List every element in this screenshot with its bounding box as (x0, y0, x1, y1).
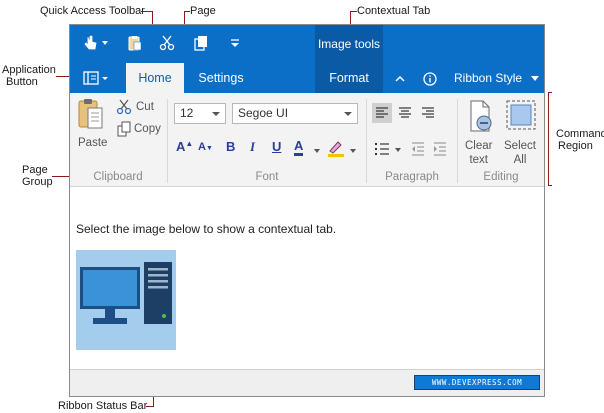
copy-doc-icon (117, 121, 131, 137)
cut-icon[interactable] (158, 34, 176, 52)
callout-page-group: Page Group (22, 164, 53, 188)
customize-qat-icon[interactable] (226, 34, 244, 52)
clear-text-label: Clear text (465, 140, 493, 166)
callout-line (350, 11, 357, 12)
cut-button[interactable]: Cut (116, 99, 162, 117)
chevron-down-icon (344, 112, 352, 116)
callout-line (548, 185, 552, 186)
highlighter-icon (328, 141, 344, 157)
align-center-button[interactable] (395, 103, 415, 123)
font-size-combo[interactable]: 12 (174, 103, 226, 124)
computer-icon (80, 262, 172, 324)
align-right-button[interactable] (418, 103, 438, 123)
tab-home[interactable]: Home (126, 63, 184, 93)
font-family-combo[interactable]: Segoe UI (232, 103, 358, 124)
computer-image[interactable] (76, 250, 176, 350)
highlight-dropdown-icon[interactable] (350, 149, 356, 153)
bullet-list-icon (375, 143, 389, 155)
copy-label: Copy (134, 123, 161, 135)
outdent-icon (412, 142, 424, 156)
clear-document-icon (470, 100, 492, 132)
group-caption-paragraph: Paragraph (385, 171, 439, 183)
callout-command-region: Command Region (556, 128, 604, 152)
align-left-icon (376, 107, 388, 118)
paste-label: Paste (78, 137, 108, 149)
application-window: Image tools Home Settings Format Ribbon … (69, 24, 545, 397)
tab-format[interactable]: Format (315, 63, 383, 93)
devexpress-link[interactable]: WWW.DEVEXPRESS.COM (414, 375, 540, 390)
callout-line (548, 92, 549, 186)
ribbon-style-button[interactable]: Ribbon Style (454, 63, 542, 93)
ribbon-style-label: Ribbon Style (454, 71, 523, 85)
group-caption-editing: Editing (483, 171, 519, 183)
font-color-dropdown-icon[interactable] (314, 149, 320, 153)
group-caption-font: Font (255, 171, 279, 183)
callout-line (548, 92, 552, 93)
contextual-category-title: Image tools (317, 37, 381, 51)
indent-icon (434, 142, 446, 156)
paste-large-icon (78, 99, 103, 129)
callout-contextual-tab: Contextual Tab (357, 5, 431, 17)
ribbon-status-bar: WWW.DEVEXPRESS.COM (70, 369, 544, 396)
increase-indent-button[interactable] (430, 139, 450, 159)
cut-label: Cut (136, 101, 154, 113)
scissors-icon (116, 99, 132, 115)
align-left-button[interactable] (372, 103, 392, 123)
copy-icon[interactable] (192, 34, 210, 52)
font-family-value: Segoe UI (238, 106, 289, 120)
font-color-button[interactable]: A (294, 139, 304, 156)
shrink-font-button[interactable]: A▼ (198, 141, 213, 153)
touch-mode-icon[interactable] (82, 34, 100, 52)
chevron-down-icon (531, 76, 540, 82)
qat-dropdown-icon[interactable] (102, 41, 108, 45)
clear-text-button[interactable]: Clear text (462, 97, 498, 167)
application-button[interactable] (80, 69, 112, 87)
underline-button[interactable]: U (272, 139, 281, 154)
callout-application-button: Application Button (2, 64, 56, 88)
chevron-down-icon (212, 112, 220, 116)
callout-quick-access-toolbar: Quick Access Toolbar (40, 5, 145, 17)
instruction-text: Select the image below to show a context… (76, 222, 337, 236)
select-all-label: Select All (504, 140, 536, 166)
select-all-icon (506, 100, 536, 130)
highlight-button[interactable] (326, 139, 346, 157)
group-caption-clipboard: Clipboard (93, 171, 143, 183)
callout-ribbon-status-bar: Ribbon Status Bar (58, 400, 148, 412)
bold-button[interactable]: B (226, 139, 235, 154)
paste-icon[interactable] (126, 34, 144, 52)
decrease-indent-button[interactable] (408, 139, 428, 159)
font-size-value: 12 (180, 106, 194, 120)
grow-font-button[interactable]: A▲ (176, 139, 193, 154)
copy-button[interactable]: Copy (116, 121, 166, 139)
command-region: Paste Cut Copy Clipboard 12 Segoe UI A▲ … (70, 93, 544, 187)
tab-settings[interactable]: Settings (188, 63, 254, 93)
paste-button[interactable]: Paste (76, 97, 108, 155)
bullets-dropdown-icon[interactable] (395, 148, 401, 152)
select-all-button[interactable]: Select All (502, 97, 542, 167)
document-area: Select the image below to show a context… (70, 187, 544, 369)
italic-button[interactable]: I (250, 139, 255, 155)
info-icon[interactable] (422, 63, 438, 93)
minimize-ribbon-icon[interactable] (392, 63, 408, 93)
bullets-button[interactable] (372, 139, 392, 159)
align-right-icon (422, 107, 434, 118)
callout-page: Page (190, 5, 216, 17)
align-center-icon (399, 107, 411, 118)
